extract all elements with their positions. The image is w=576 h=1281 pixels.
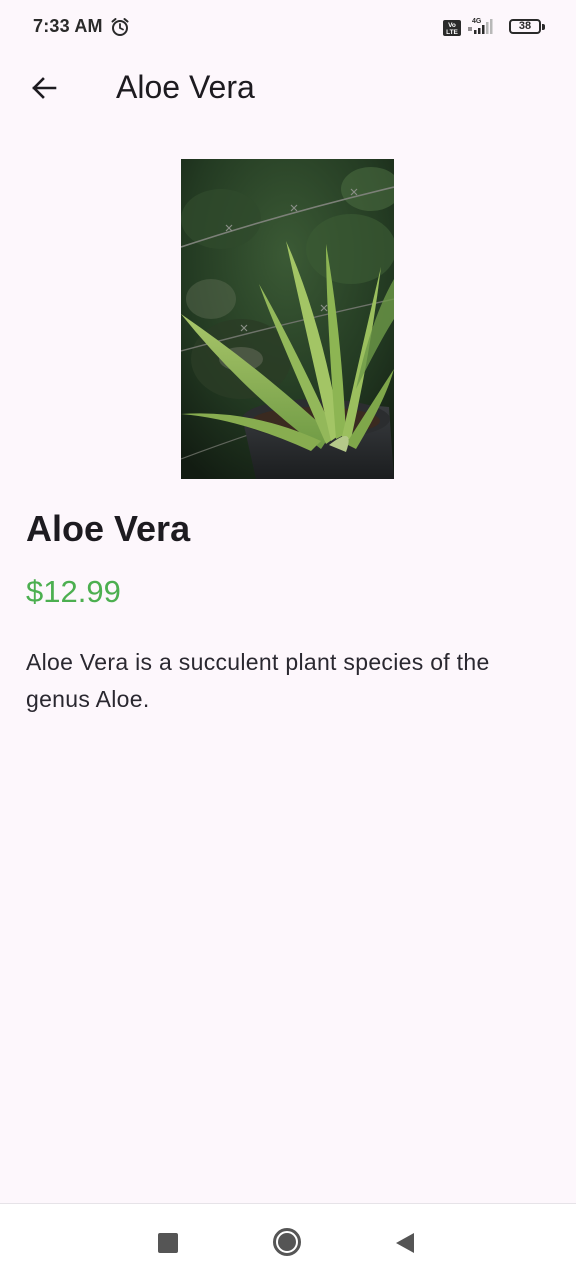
battery-tip (542, 24, 545, 30)
volte-icon: Vo LTE (443, 20, 461, 36)
system-nav-bar (0, 1203, 576, 1281)
product-name: Aloe Vera (26, 508, 191, 549)
square-icon[interactable] (158, 1233, 178, 1253)
aloe-vera-photo (181, 159, 394, 479)
triangle-back-icon[interactable] (394, 1231, 416, 1255)
arrow-left-icon (32, 77, 57, 99)
product-image (181, 159, 394, 479)
alarm-icon (111, 18, 129, 36)
battery-indicator: 38 (509, 19, 541, 34)
svg-text:LTE: LTE (446, 29, 458, 36)
status-time: 7:33 AM (33, 16, 103, 36)
product-description: Aloe Vera is a succulent plant species o… (26, 649, 490, 712)
app-bar: Aloe Vera (0, 56, 576, 120)
svg-text:Vo: Vo (448, 22, 456, 29)
signal-icon: 4G (468, 18, 493, 34)
circle-icon[interactable] (272, 1227, 302, 1257)
svg-text:4G: 4G (472, 18, 482, 25)
page-title: Aloe Vera (116, 69, 255, 105)
back-button[interactable] (20, 64, 68, 112)
product-price: $12.99 (26, 574, 121, 609)
status-bar: 7:33 AM Vo LTE 4G 38 (0, 0, 576, 56)
